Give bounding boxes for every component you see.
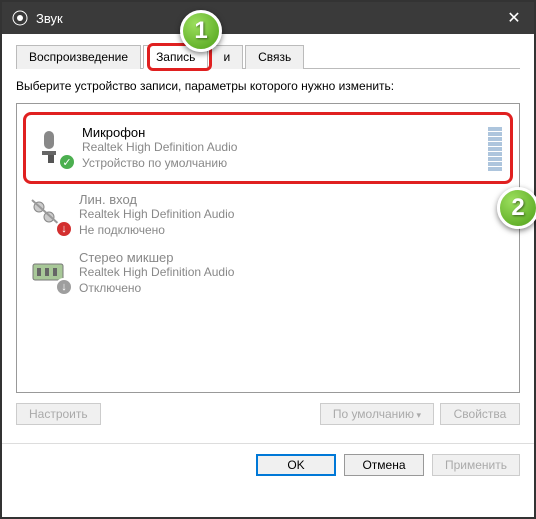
microphone-icon: ✓ bbox=[30, 125, 72, 167]
device-stereo-mix[interactable]: ↓ Стерео микшер Realtek High Definition … bbox=[23, 244, 513, 302]
device-driver: Realtek High Definition Audio bbox=[79, 265, 509, 281]
ok-button[interactable]: OK bbox=[256, 454, 336, 476]
device-name: Стерео микшер bbox=[79, 250, 509, 265]
annotation-callout-2: 2 bbox=[497, 187, 536, 229]
instruction-text: Выберите устройство записи, параметры ко… bbox=[16, 77, 520, 95]
status-disabled-icon: ↓ bbox=[55, 278, 73, 296]
device-status: Не подключено bbox=[79, 223, 509, 239]
annotation-callout-1: 1 bbox=[180, 10, 222, 52]
stereo-mix-icon: ↓ bbox=[27, 250, 69, 292]
cancel-button[interactable]: Отмена bbox=[344, 454, 424, 476]
device-microphone[interactable]: ✓ Микрофон Realtek High Definition Audio… bbox=[23, 112, 513, 184]
properties-button[interactable]: Свойства bbox=[440, 403, 520, 425]
set-default-button[interactable]: По умолчанию bbox=[320, 403, 434, 425]
tab-communications[interactable]: Связь bbox=[245, 45, 304, 69]
status-unplugged-icon: ↓ bbox=[55, 220, 73, 238]
device-status: Устройство по умолчанию bbox=[82, 156, 488, 172]
configure-button[interactable]: Настроить bbox=[16, 403, 101, 425]
status-ok-icon: ✓ bbox=[58, 153, 76, 171]
close-button[interactable]: ✕ bbox=[494, 2, 534, 34]
line-in-icon: ↓ bbox=[27, 192, 69, 234]
device-driver: Realtek High Definition Audio bbox=[82, 140, 488, 156]
apply-button[interactable]: Применить bbox=[432, 454, 520, 476]
device-line-in[interactable]: ↓ Лин. вход Realtek High Definition Audi… bbox=[23, 186, 513, 244]
sound-icon bbox=[12, 10, 28, 26]
device-driver: Realtek High Definition Audio bbox=[79, 207, 509, 223]
device-list[interactable]: ✓ Микрофон Realtek High Definition Audio… bbox=[16, 103, 520, 393]
device-status: Отключено bbox=[79, 281, 509, 297]
device-name: Микрофон bbox=[82, 125, 488, 140]
level-meter bbox=[488, 125, 502, 171]
tab-bar: Воспроизведение Запись и Связь bbox=[16, 44, 520, 69]
device-name: Лин. вход bbox=[79, 192, 509, 207]
titlebar: Звук ✕ bbox=[2, 2, 534, 34]
tab-playback[interactable]: Воспроизведение bbox=[16, 45, 141, 69]
tab-sounds[interactable]: и bbox=[210, 45, 243, 69]
window-title: Звук bbox=[36, 11, 494, 26]
